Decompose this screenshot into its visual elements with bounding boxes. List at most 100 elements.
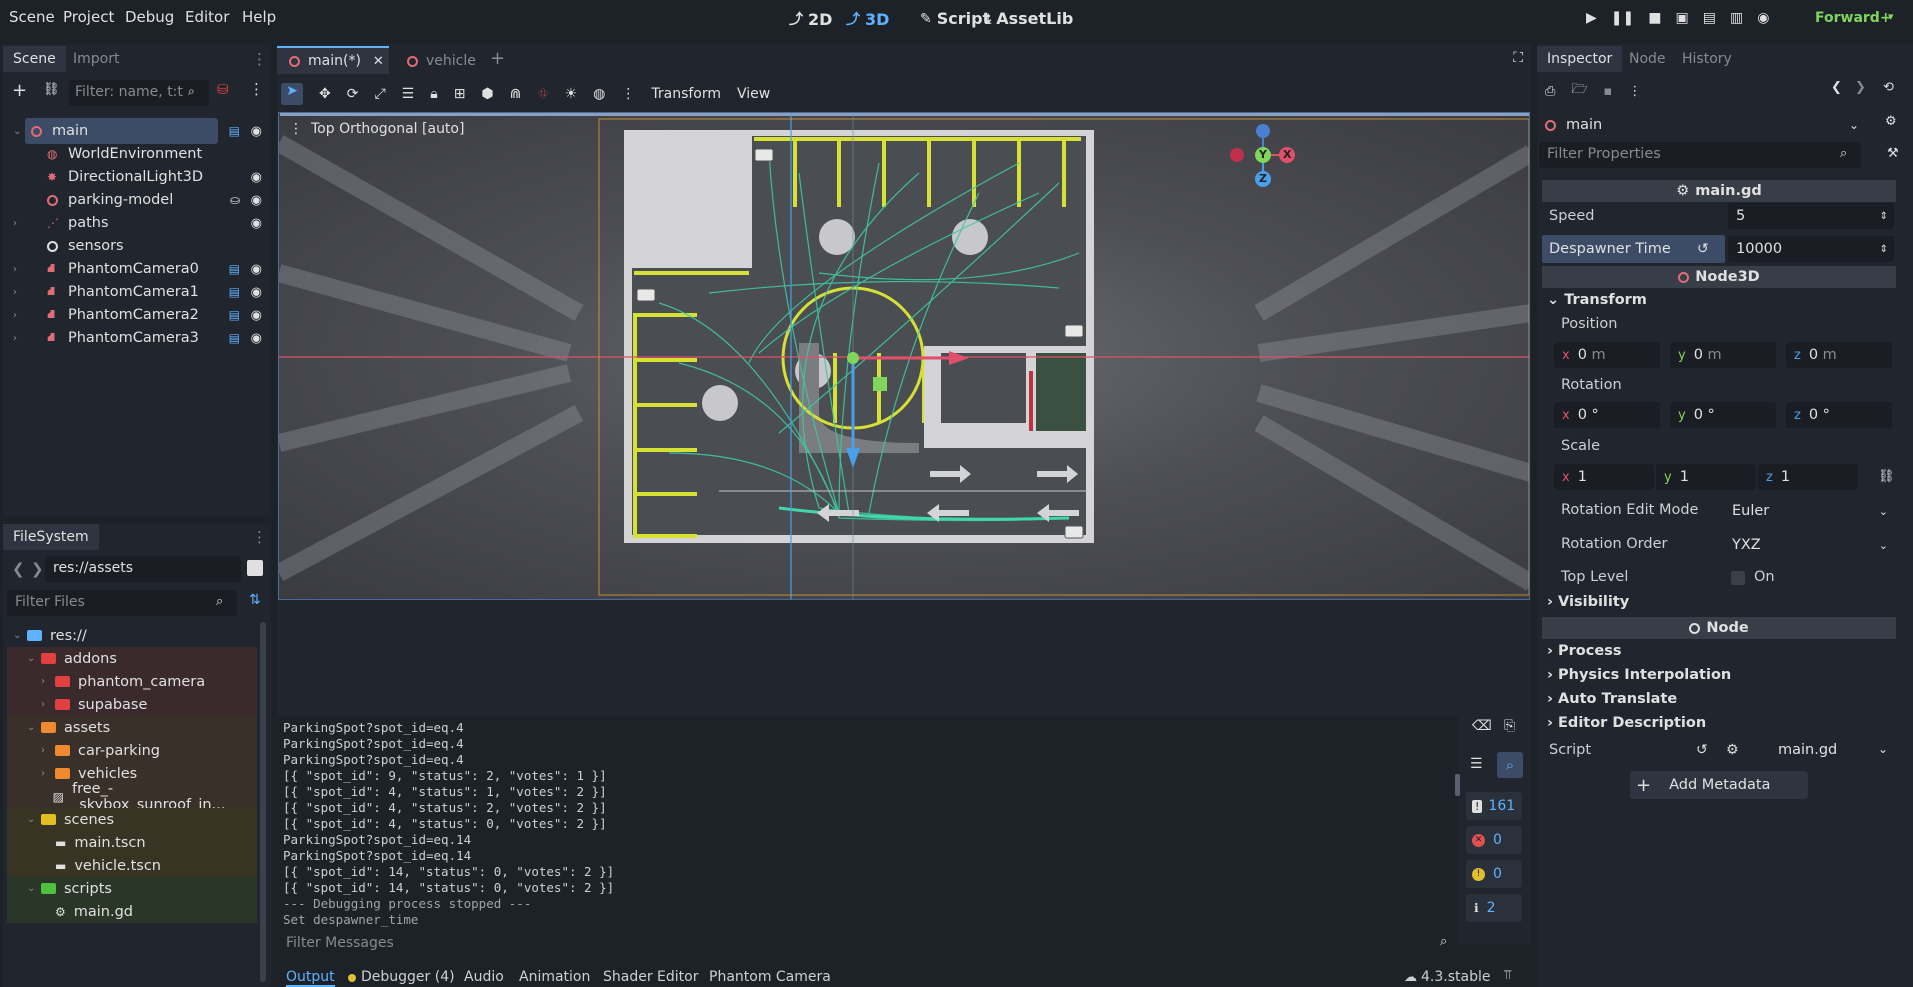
camera-icon[interactable]: ⛗ bbox=[537, 86, 548, 102]
editor-description-group[interactable]: › Editor Description bbox=[1547, 715, 1706, 731]
tab-phantom-camera[interactable]: Phantom Camera bbox=[709, 969, 831, 985]
link-icon[interactable]: ⛓ bbox=[43, 82, 60, 97]
remote-debug-icon[interactable]: ▣ bbox=[1675, 10, 1688, 26]
scene-menu-icon[interactable]: ⋮ bbox=[249, 80, 264, 98]
tab-history[interactable]: History bbox=[1672, 46, 1742, 72]
history-icon[interactable]: ⟲ bbox=[1883, 80, 1894, 95]
copy-icon[interactable]: ⎘ bbox=[1504, 718, 1515, 734]
process-group[interactable]: › Process bbox=[1547, 643, 1621, 659]
list-tool-icon[interactable]: ☰ bbox=[402, 86, 415, 102]
file-item[interactable]: ⚙ main.gd bbox=[7, 900, 257, 923]
info-count-button[interactable]: ℹ 2 bbox=[1466, 894, 1522, 922]
rotation-x-field[interactable]: x0 ° bbox=[1554, 402, 1660, 428]
visibility-eye-icon[interactable]: ◉ bbox=[251, 262, 262, 277]
rotation-order-select[interactable]: YXZ ⌄ bbox=[1724, 532, 1894, 558]
warnings-count-button[interactable]: ! 0 bbox=[1466, 860, 1522, 888]
menu-project[interactable]: Project bbox=[63, 8, 114, 26]
scene-tree-item[interactable]: › ⛘ PhantomCamera3 ◉ ▤ bbox=[13, 325, 268, 351]
tab-import[interactable]: Import bbox=[63, 46, 129, 72]
physics-interpolation-group[interactable]: › Physics Interpolation bbox=[1547, 667, 1731, 683]
chevron-right-icon[interactable]: › bbox=[13, 264, 23, 275]
folder-item[interactable]: › phantom_camera bbox=[7, 670, 257, 693]
save-icon[interactable]: ▪ bbox=[1604, 84, 1613, 99]
chevron-right-icon[interactable]: › bbox=[13, 310, 23, 321]
chevron-right-icon[interactable]: › bbox=[41, 768, 55, 779]
scale-z-field[interactable]: z1 bbox=[1758, 464, 1858, 490]
dock-menu-icon[interactable]: ⋮ bbox=[252, 50, 267, 68]
dock-menu-icon[interactable]: ⋮ bbox=[252, 528, 267, 546]
scale-tool-icon[interactable]: ⤢ bbox=[374, 86, 385, 102]
script-icon[interactable]: ▤ bbox=[229, 308, 240, 322]
chevron-right-icon[interactable]: › bbox=[13, 333, 23, 344]
open-folder-icon[interactable]: 🗁︎ bbox=[1571, 80, 1587, 102]
chevron-right-icon[interactable]: › bbox=[41, 676, 55, 687]
tab-vehicle[interactable]: vehicle bbox=[397, 48, 476, 74]
tab-inspector[interactable]: Inspector bbox=[1537, 46, 1623, 72]
visibility-eye-icon[interactable]: ◉ bbox=[251, 216, 262, 231]
orientation-gizmo[interactable]: X Y Z bbox=[1227, 121, 1299, 193]
viewport-menu[interactable]: ⋮ Top Orthogonal [auto] bbox=[289, 121, 464, 137]
rotation-y-field[interactable]: y0 ° bbox=[1670, 402, 1776, 428]
add-tab-icon[interactable]: + bbox=[490, 48, 505, 69]
search-icon[interactable]: ⌕ bbox=[1497, 752, 1523, 778]
new-resource-icon[interactable]: ⎙ bbox=[1545, 84, 1555, 99]
tab-output[interactable]: Output bbox=[286, 969, 335, 987]
path-field[interactable]: res://assets bbox=[45, 556, 241, 582]
position-y-field[interactable]: y0 m bbox=[1670, 342, 1776, 368]
folder-item[interactable]: ⌄ assets bbox=[7, 716, 257, 739]
menu-scene[interactable]: Scene bbox=[9, 8, 55, 26]
position-x-field[interactable]: x0 m bbox=[1554, 342, 1660, 368]
movie-icon[interactable]: ◉ bbox=[1757, 10, 1769, 26]
filter-messages-input[interactable]: Filter Messages bbox=[278, 930, 1458, 958]
transform-menu[interactable]: Transform bbox=[651, 86, 721, 102]
play-icon[interactable]: ▶ bbox=[1586, 10, 1597, 26]
view-menu[interactable]: View bbox=[737, 86, 770, 102]
forward-icon[interactable]: ❯ bbox=[31, 560, 44, 578]
split-mode-icon[interactable] bbox=[247, 560, 263, 576]
version-label[interactable]: 4.3.stable bbox=[1421, 969, 1490, 985]
visibility-eye-icon[interactable]: ◉ bbox=[251, 331, 262, 346]
folder-item[interactable]: ⌄ scripts bbox=[7, 877, 257, 900]
local-space-icon[interactable]: ⬢ bbox=[481, 86, 493, 102]
script-icon[interactable]: ▤ bbox=[229, 331, 240, 345]
chevron-down-icon[interactable]: ⌄ bbox=[27, 653, 41, 664]
rotation-edit-mode-select[interactable]: Euler ⌄ bbox=[1724, 498, 1894, 524]
collapse-icon[interactable]: ☰ bbox=[1470, 756, 1483, 772]
speed-field[interactable]: 5 ⇕ bbox=[1728, 203, 1894, 229]
close-icon[interactable]: ✕ bbox=[373, 54, 384, 69]
visibility-eye-icon[interactable]: ◉ bbox=[251, 193, 262, 208]
tab-scene[interactable]: Scene bbox=[3, 46, 66, 72]
tab-main[interactable]: main(*) ✕ bbox=[277, 46, 389, 74]
script-icon[interactable]: ▤ bbox=[229, 285, 240, 299]
file-item[interactable]: ▨ free_-_skybox_sunroof_in... bbox=[7, 781, 257, 813]
lock-icon[interactable]: 🔒︎ bbox=[430, 86, 437, 102]
sort-icon[interactable]: ⇅ bbox=[249, 592, 261, 608]
add-metadata-button[interactable]: + Add Metadata bbox=[1630, 771, 1808, 799]
node-selector[interactable]: main ⌄ bbox=[1539, 112, 1867, 138]
mode-script-button[interactable]: ✎ Script bbox=[920, 9, 990, 28]
pin-panel-icon[interactable]: ⫪ bbox=[1504, 968, 1511, 983]
file-item[interactable]: ▬ vehicle.tscn bbox=[7, 854, 257, 877]
move-tool-icon[interactable]: ✥ bbox=[319, 86, 331, 102]
group-icon[interactable]: ⊞ bbox=[454, 86, 466, 102]
visibility-eye-icon[interactable]: ◉ bbox=[251, 308, 262, 323]
menu-editor[interactable]: Editor bbox=[185, 8, 229, 26]
tab-shader-editor[interactable]: Shader Editor bbox=[603, 969, 698, 985]
3d-viewport[interactable]: ⋮ Top Orthogonal [auto] X Y Z bbox=[278, 112, 1530, 600]
clear-icon[interactable]: ⌫ bbox=[1472, 718, 1492, 734]
menu-debug[interactable]: Debug bbox=[125, 8, 174, 26]
chevron-down-icon[interactable]: ⌄ bbox=[13, 126, 23, 137]
history-forward-icon[interactable]: ❯ bbox=[1855, 80, 1866, 95]
more-icon[interactable]: ⋮ bbox=[621, 86, 635, 102]
add-node-icon[interactable]: + bbox=[12, 80, 27, 101]
chevron-right-icon[interactable]: › bbox=[13, 287, 23, 298]
link-icon[interactable]: ⛓ bbox=[1878, 469, 1895, 484]
folder-item[interactable]: › car-parking bbox=[7, 739, 257, 762]
visibility-eye-icon[interactable]: ◉ bbox=[251, 170, 262, 185]
pause-icon[interactable]: ❚❚ bbox=[1611, 10, 1634, 26]
menu-help[interactable]: Help bbox=[242, 8, 276, 26]
chevron-down-icon[interactable]: ⌄ bbox=[13, 630, 27, 641]
tab-node[interactable]: Node bbox=[1619, 46, 1676, 72]
environment-icon[interactable]: ◍ bbox=[593, 86, 605, 102]
revert-icon[interactable]: ↺ bbox=[1696, 742, 1708, 758]
